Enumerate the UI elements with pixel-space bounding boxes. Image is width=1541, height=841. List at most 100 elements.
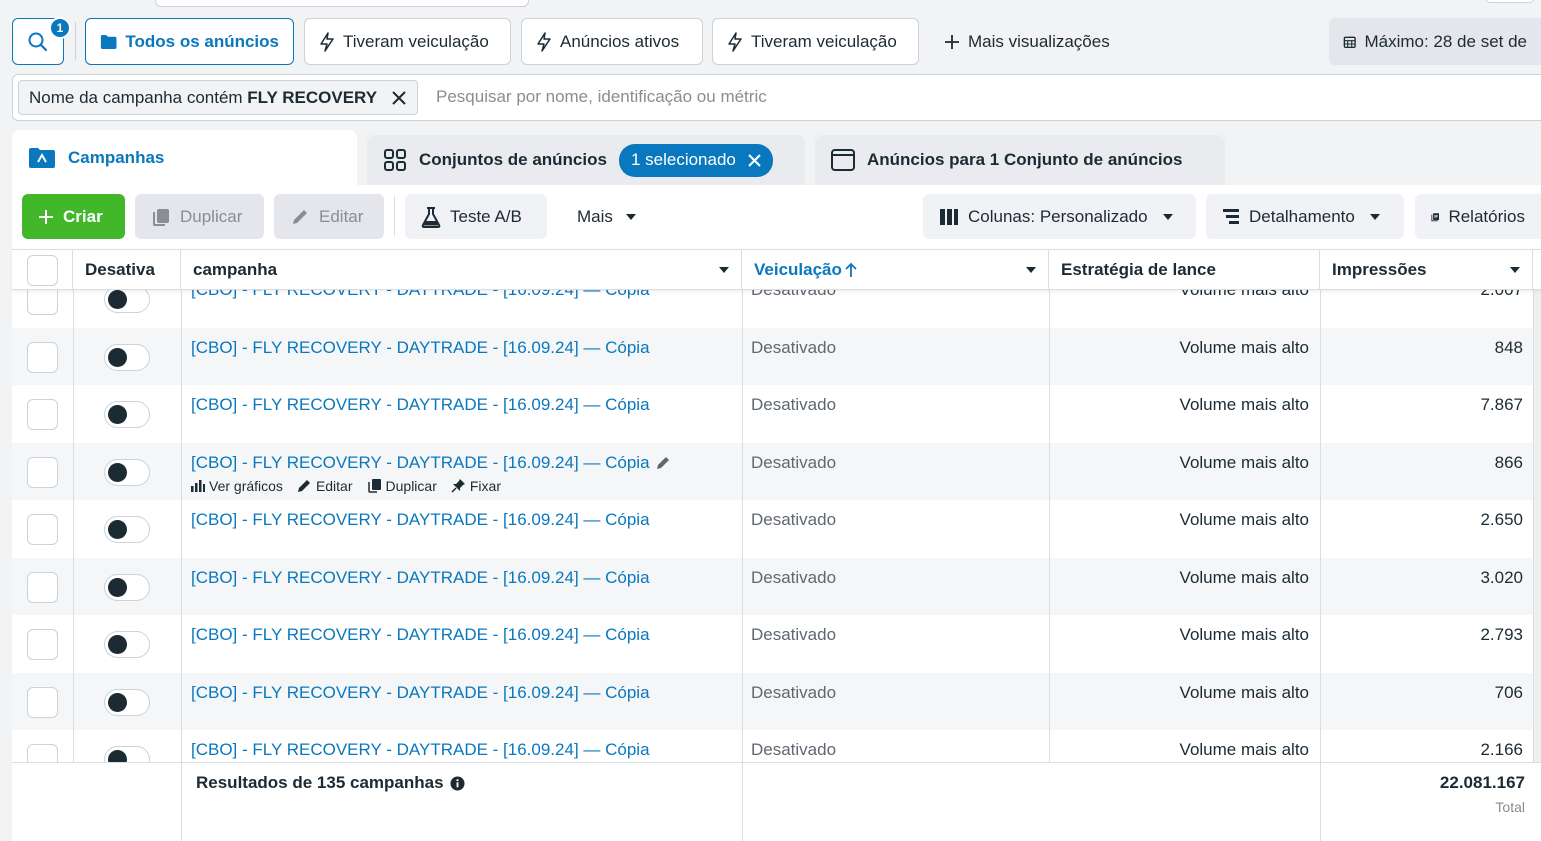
- select-all-checkbox[interactable]: [26, 254, 58, 286]
- delivery-status: Desativado: [751, 510, 837, 529]
- table-header: Desativa campanha Veiculação Estratégia …: [12, 249, 1541, 290]
- duplicate-label: Duplicar: [180, 206, 243, 226]
- header-campaign[interactable]: campanha: [181, 250, 742, 290]
- impressions: 866: [1494, 452, 1523, 472]
- edit-action[interactable]: Editar: [297, 478, 353, 494]
- reports-label: Relatórios: [1448, 206, 1525, 226]
- campaign-link[interactable]: [CBO] - FLY RECOVERY - DAYTRADE - [16.09…: [191, 510, 650, 530]
- header-bid-strategy[interactable]: Estratégia de lance: [1049, 250, 1320, 290]
- duplicate-button[interactable]: Duplicar: [135, 194, 264, 239]
- rename-pencil-icon[interactable]: [656, 455, 671, 470]
- reports-button[interactable]: Relatórios: [1415, 194, 1541, 239]
- row-toggle[interactable]: [104, 746, 150, 762]
- row-toggle[interactable]: [104, 631, 150, 658]
- table-row[interactable]: [CBO] - FLY RECOVERY - DAYTRADE - [16.09…: [12, 672, 1541, 730]
- filter-token-text: Nome da campanha contém FLY RECOVERY: [29, 88, 377, 108]
- view-all-ads[interactable]: Todos os anúncios: [85, 18, 294, 65]
- row-checkbox[interactable]: [27, 341, 58, 373]
- row-checkbox[interactable]: [27, 456, 58, 488]
- info-icon[interactable]: [450, 776, 465, 791]
- row-toggle[interactable]: [104, 573, 150, 601]
- more-button[interactable]: Mais: [561, 194, 655, 239]
- row-toggle[interactable]: [104, 458, 150, 486]
- row-checkbox[interactable]: [27, 399, 58, 430]
- breakdown-icon: [1223, 208, 1239, 224]
- view-charts-action[interactable]: Ver gráficos: [191, 478, 283, 494]
- view-charts-label: Ver gráficos: [209, 477, 283, 494]
- table-row-hovered[interactable]: [CBO] - FLY RECOVERY - DAYTRADE - [16.09…: [12, 442, 1541, 500]
- caret-down-icon[interactable]: [1026, 267, 1036, 273]
- row-checkbox[interactable]: [27, 571, 58, 603]
- row-checkbox[interactable]: [27, 629, 58, 660]
- ab-test-button[interactable]: Teste A/B: [405, 194, 547, 239]
- date-range-button[interactable]: Máximo: 28 de set de: [1329, 18, 1541, 65]
- table-row[interactable]: [CBO] - FLY RECOVERY - DAYTRADE - [16.09…: [12, 500, 1541, 558]
- table-row[interactable]: [CBO] - FLY RECOVERY - DAYTRADE - [16.09…: [12, 385, 1541, 443]
- create-button[interactable]: Criar: [22, 194, 125, 239]
- more-views-button[interactable]: Mais visualizações: [930, 18, 1136, 65]
- row-checkbox[interactable]: [27, 744, 58, 762]
- campaign-link[interactable]: [CBO] - FLY RECOVERY - DAYTRADE - [16.09…: [191, 290, 650, 300]
- ab-test-label: Teste A/B: [450, 206, 522, 226]
- row-checkbox[interactable]: [27, 686, 58, 718]
- delivery-status: Desativado: [751, 625, 837, 644]
- selected-pill[interactable]: 1 selecionado: [618, 143, 773, 177]
- campaign-link[interactable]: [CBO] - FLY RECOVERY - DAYTRADE - [16.09…: [191, 453, 671, 473]
- campaign-link[interactable]: [CBO] - FLY RECOVERY - DAYTRADE - [16.09…: [191, 395, 650, 415]
- row-toggle[interactable]: [104, 343, 150, 371]
- tab-campaigns[interactable]: Campanhas: [12, 130, 357, 186]
- duplicate-action-label: Duplicar: [385, 477, 437, 494]
- row-toggle[interactable]: [104, 688, 150, 716]
- row-toggle[interactable]: [104, 516, 150, 543]
- header-delivery[interactable]: Veiculação: [742, 250, 1049, 290]
- view-had-delivery-2[interactable]: Tiveram veiculação: [712, 18, 919, 65]
- header-impressions[interactable]: Impressões: [1320, 250, 1533, 290]
- breakdown-button[interactable]: Detalhamento: [1206, 194, 1404, 239]
- more-label: Mais: [577, 206, 613, 226]
- row-toggle[interactable]: [104, 290, 150, 313]
- table-row[interactable]: [CBO] - FLY RECOVERY - DAYTRADE - [16.09…: [12, 730, 1541, 762]
- row-toggle[interactable]: [104, 401, 150, 428]
- duplicate-action[interactable]: Duplicar: [367, 478, 437, 494]
- caret-down-icon[interactable]: [719, 267, 729, 273]
- close-icon[interactable]: [748, 153, 761, 167]
- campaign-link[interactable]: [CBO] - FLY RECOVERY - DAYTRADE - [16.09…: [191, 338, 650, 358]
- columns-button[interactable]: Colunas: Personalizado: [923, 194, 1196, 239]
- row-checkbox[interactable]: [27, 514, 58, 545]
- total-label: Total: [1495, 799, 1525, 815]
- caret-down-icon: [1369, 213, 1380, 220]
- view-active-ads[interactable]: Anúncios ativos: [521, 18, 703, 65]
- table-row[interactable]: [CBO] - FLY RECOVERY - DAYTRADE - [16.09…: [12, 327, 1541, 385]
- impressions: 7.867: [1480, 395, 1523, 414]
- top-partial-button[interactable]: [1486, 0, 1534, 3]
- campaign-link[interactable]: [CBO] - FLY RECOVERY - DAYTRADE - [16.09…: [191, 683, 650, 703]
- pin-action[interactable]: Fixar: [451, 478, 501, 494]
- bid-strategy: Volume mais alto: [1179, 682, 1309, 702]
- campaign-link[interactable]: [CBO] - FLY RECOVERY - DAYTRADE - [16.09…: [191, 568, 650, 588]
- tab-ad-sets[interactable]: Conjuntos de anúncios 1 selecionado: [367, 135, 805, 185]
- header-toggle[interactable]: Desativa: [73, 250, 181, 290]
- top-partial-tab[interactable]: [155, 0, 529, 7]
- ad-window-icon: [831, 149, 855, 171]
- horizontal-scroll-area[interactable]: [1533, 290, 1541, 762]
- results-summary-label: Resultados de 135 campanhas: [196, 773, 444, 792]
- search-input[interactable]: [436, 84, 776, 110]
- caret-down-icon[interactable]: [1510, 267, 1520, 273]
- edit-button[interactable]: Editar: [274, 194, 384, 239]
- impressions: 706: [1494, 682, 1523, 702]
- row-checkbox[interactable]: [27, 290, 58, 315]
- tab-ads[interactable]: Anúncios para 1 Conjunto de anúncios: [815, 135, 1225, 185]
- impressions: 2.650: [1480, 510, 1523, 529]
- create-label: Criar: [63, 206, 103, 226]
- campaign-link[interactable]: [CBO] - FLY RECOVERY - DAYTRADE - [16.09…: [191, 740, 650, 760]
- reports-icon: [1431, 212, 1440, 221]
- campaign-link[interactable]: [CBO] - FLY RECOVERY - DAYTRADE - [16.09…: [191, 625, 650, 645]
- table-row[interactable]: [CBO] - FLY RECOVERY - DAYTRADE - [16.09…: [12, 615, 1541, 673]
- view-had-delivery-1[interactable]: Tiveram veiculação: [304, 18, 511, 65]
- close-icon[interactable]: [391, 90, 407, 106]
- table-row[interactable]: [CBO] - FLY RECOVERY - DAYTRADE - [16.09…: [12, 290, 1541, 328]
- caret-down-icon: [1162, 213, 1173, 220]
- header-campaign-label: campanha: [193, 260, 278, 279]
- table-row[interactable]: [CBO] - FLY RECOVERY - DAYTRADE - [16.09…: [12, 557, 1541, 615]
- filter-token[interactable]: Nome da campanha contém FLY RECOVERY: [18, 80, 419, 115]
